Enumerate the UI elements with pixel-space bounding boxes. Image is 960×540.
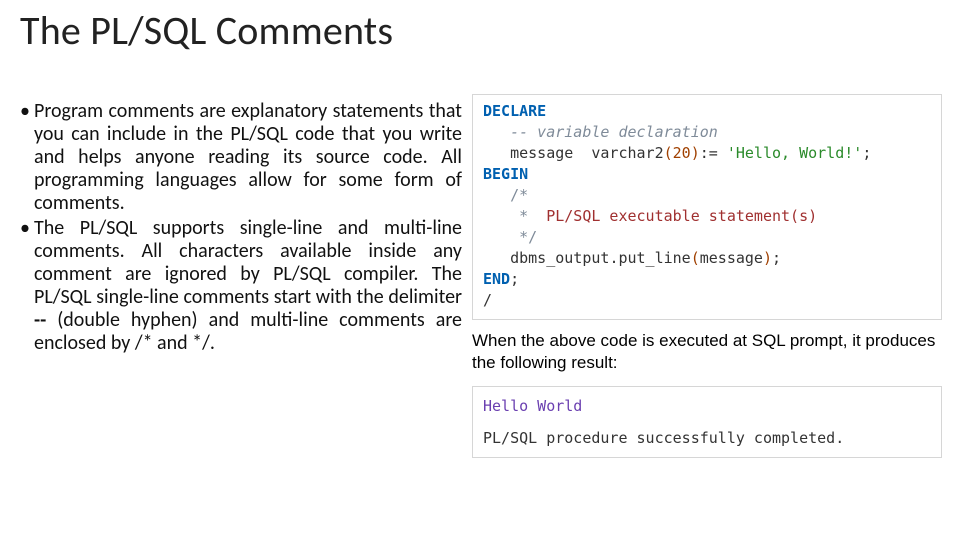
indent [483,228,519,246]
proc-name: put_line [618,249,690,267]
indent [483,186,510,204]
bullet-item-2: The PL/SQL supports single-line and mult… [34,217,462,355]
bullet-text-2-bold: -- [34,308,57,332]
indent [483,144,510,162]
decl-var: message varchar2 [510,144,664,162]
semicolon: ; [510,270,519,288]
code-line-1: DECLARE [483,101,931,122]
paren-close: ) [691,144,700,162]
code-line-4: BEGIN [483,164,931,185]
bullet-text-2a: The PL/SQL supports single-line and mult… [34,216,462,309]
slide: The PL/SQL Comments Program comments are… [0,0,960,540]
string-literal: 'Hello, World!' [727,144,862,162]
result-line-1: Hello World [483,395,931,417]
comment-body: PL/SQL executable statement(s) [546,207,817,225]
code-line-5: /* [483,185,931,206]
comment-line: -- variable declaration [510,123,718,141]
code-line-8: dbms_output.put_line(message); [483,248,931,269]
code-line-10: / [483,290,931,311]
bullet-item-1: Program comments are explanatory stateme… [34,100,462,215]
indent [483,123,510,141]
code-block: DECLARE -- variable declaration message … [472,94,942,320]
semicolon: ; [862,144,871,162]
result-caption: When the above code is executed at SQL p… [472,330,942,374]
left-column: Program comments are explanatory stateme… [20,100,462,522]
comment-open: /* [510,186,528,204]
code-line-2: -- variable declaration [483,122,931,143]
bullet-list: Program comments are explanatory stateme… [20,100,462,355]
result-block: Hello World PL/SQL procedure successfull… [472,386,942,458]
indent [483,249,510,267]
code-line-6: * PL/SQL executable statement(s) [483,206,931,227]
kw-end: END [483,270,510,288]
semicolon: ; [772,249,781,267]
bullet-text-2b: (double hyphen) and multi-line comments … [34,308,462,355]
content-columns: Program comments are explanatory stateme… [20,100,952,522]
right-column: DECLARE -- variable declaration message … [472,100,952,522]
comment-star: * [519,207,546,225]
indent [483,207,519,225]
number-literal: 20 [673,144,691,162]
slide-title: The PL/SQL Comments [20,6,393,55]
result-line-2: PL/SQL procedure successfully completed. [483,427,931,449]
slash-terminator: / [483,291,492,309]
assign-op: := [700,144,727,162]
code-line-9: END; [483,269,931,290]
paren-close: ) [763,249,772,267]
code-line-7: */ [483,227,931,248]
paren-open: ( [664,144,673,162]
arg-name: message [700,249,763,267]
kw-declare: DECLARE [483,102,546,120]
comment-close: */ [519,228,537,246]
spacer [483,417,931,427]
bullet-text-1: Program comments are explanatory stateme… [34,99,462,215]
code-line-3: message varchar2(20):= 'Hello, World!'; [483,143,931,164]
pkg-name: dbms_output [510,249,609,267]
paren-open: ( [691,249,700,267]
kw-begin: BEGIN [483,165,528,183]
